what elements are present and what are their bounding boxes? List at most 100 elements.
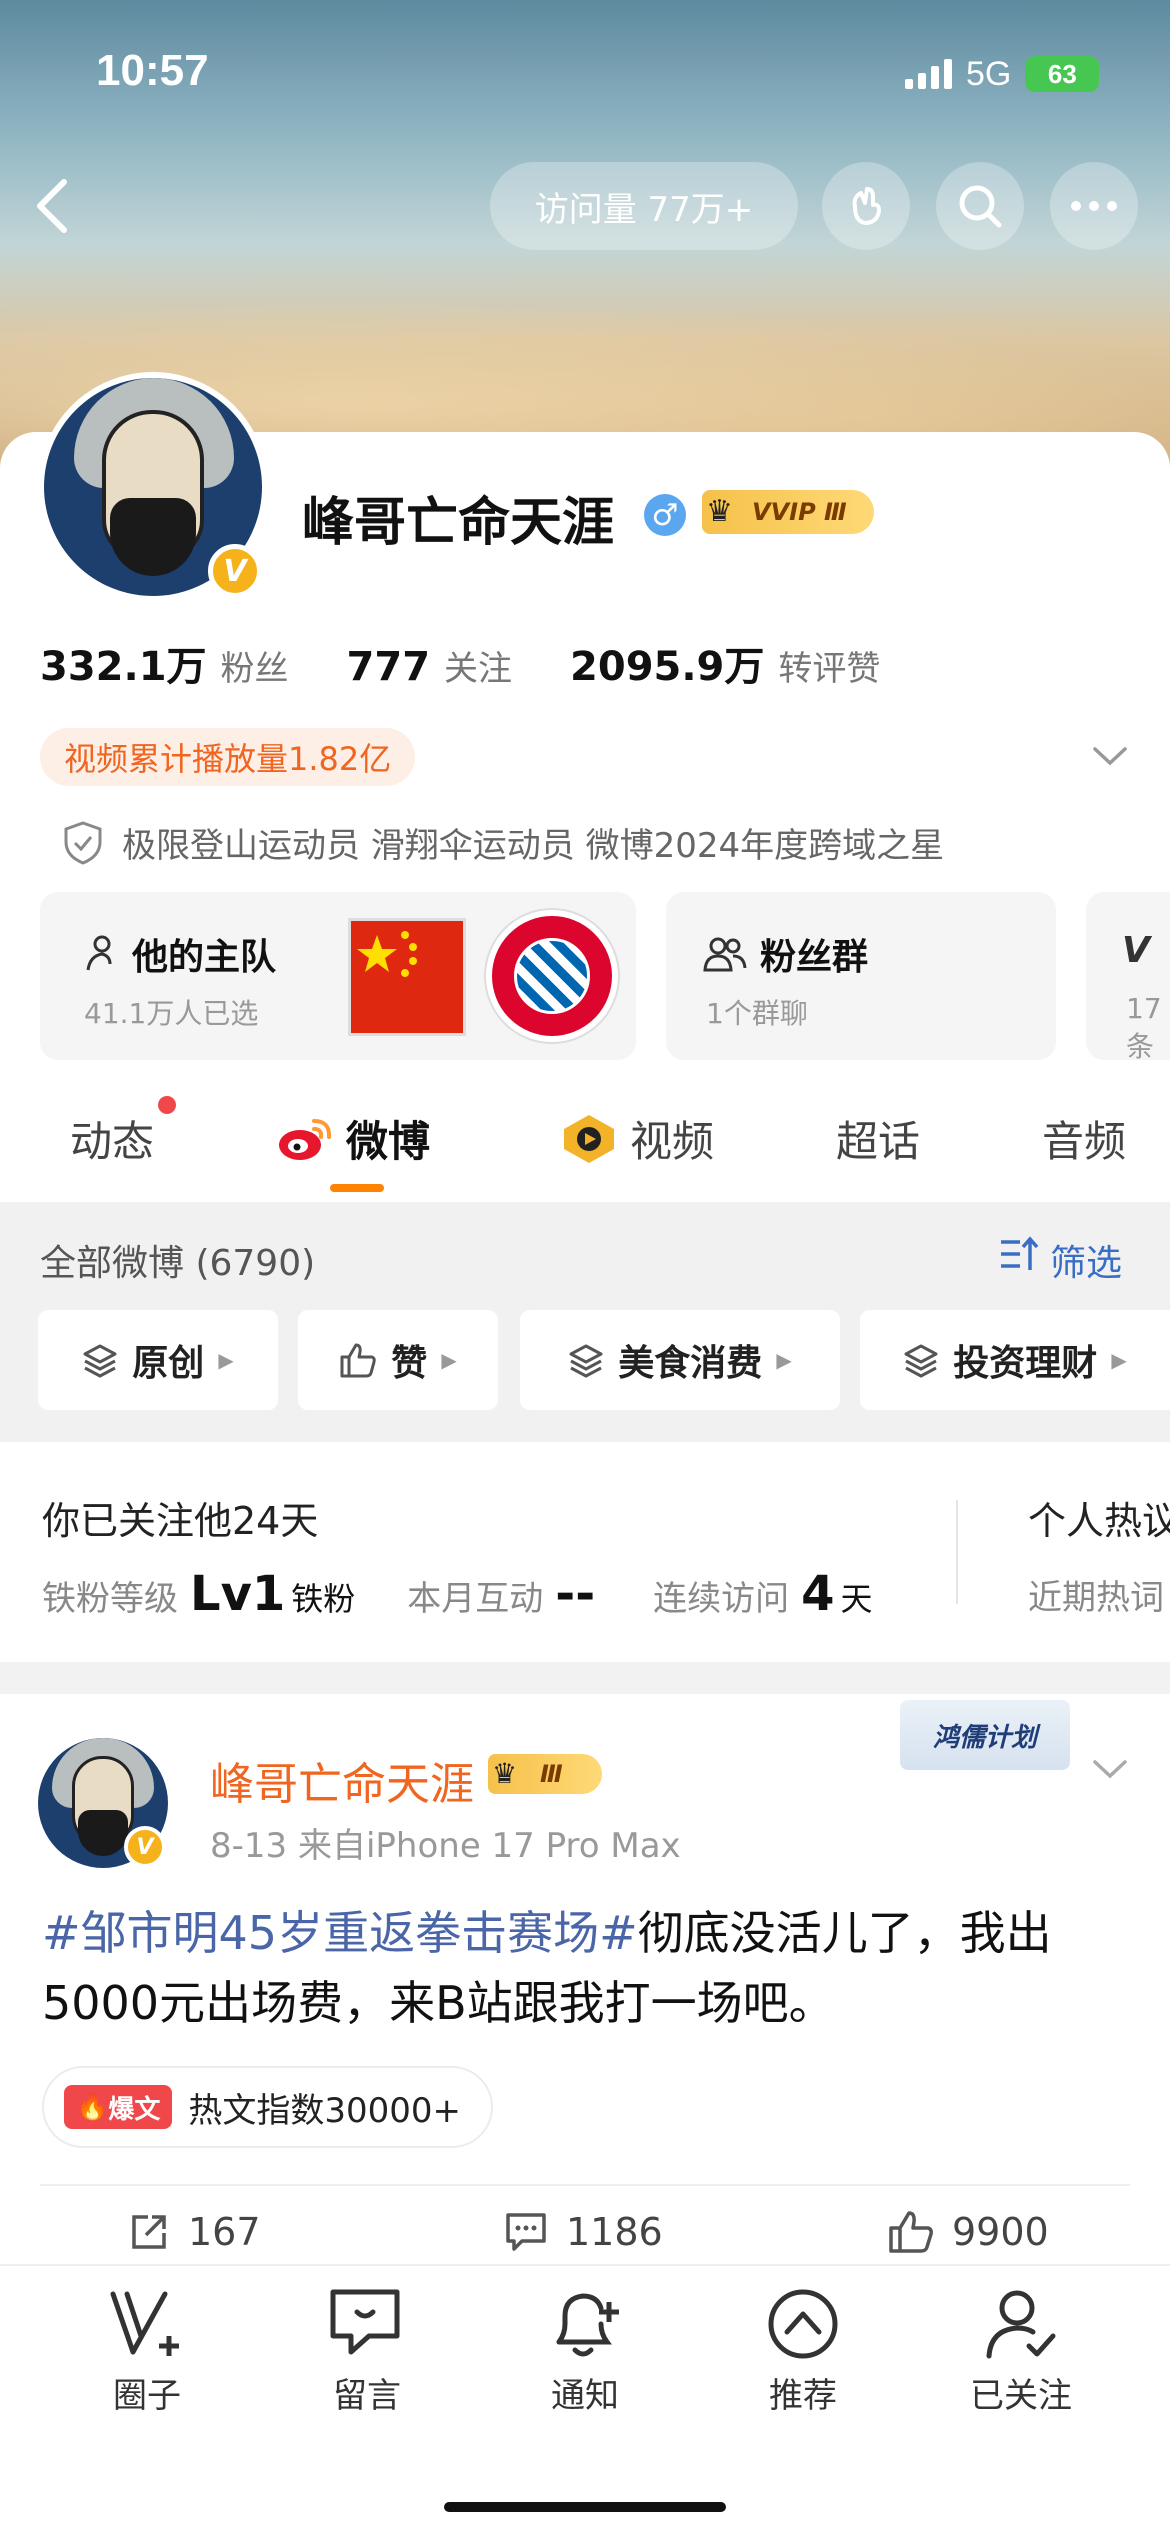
circle-v-icon <box>110 2291 179 2356</box>
caret-right-icon: ▶ <box>441 1348 457 1372</box>
team-card-title-row: 他的主队 <box>80 928 276 980</box>
following-label[interactable]: 关注 <box>444 641 512 690</box>
signal-icon <box>905 59 952 89</box>
bayern-logo-icon <box>486 910 618 1042</box>
crown-icon: ♛ <box>492 1757 518 1790</box>
chip-original[interactable]: 原创 ▶ <box>38 1310 278 1410</box>
visit-streak: 4 <box>801 1566 835 1622</box>
post-meta: 8-13 来自iPhone 17 Pro Max <box>210 1826 681 1866</box>
fans-label[interactable]: 粉丝 <box>221 641 289 690</box>
monthly-interaction: -- <box>555 1566 596 1622</box>
layers-icon <box>569 1344 603 1378</box>
verified-v-icon: V <box>124 1826 166 1868</box>
nav-message[interactable]: 留言 <box>282 2286 452 2417</box>
tab-weibo[interactable]: 微博 <box>276 1108 430 1169</box>
filter-button[interactable]: 筛选 <box>998 1234 1122 1286</box>
team-card-title: 他的主队 <box>132 937 277 978</box>
vip-badge[interactable]: ♛ VVIP Ⅲ <box>702 490 874 534</box>
verification-row: 极限登山运动员 滑翔伞运动员 微博2024年度跨域之星 <box>62 818 944 867</box>
engagement-count: 2095.9万 <box>570 644 765 690</box>
hot-badge: 🔥 爆文 <box>64 2085 173 2129</box>
message-icon <box>330 2289 400 2355</box>
team-icon <box>86 935 112 971</box>
status-time: 10:57 <box>96 46 209 95</box>
verification-text: 极限登山运动员 滑翔伞运动员 微博2024年度跨域之星 <box>122 826 945 866</box>
wave-hand-icon <box>852 187 881 225</box>
male-icon: ♂ <box>644 494 686 536</box>
chip-likes[interactable]: 赞 ▶ <box>298 1310 498 1410</box>
hot-words-label: 近期热词 <box>1028 1578 1164 1618</box>
post-menu-button[interactable] <box>1092 1758 1128 1784</box>
chevron-down-icon <box>1093 747 1127 766</box>
chip-food[interactable]: 美食消费 ▶ <box>520 1310 840 1410</box>
chip-finance[interactable]: 投资理财 ▶ <box>860 1310 1170 1410</box>
divider <box>956 1500 958 1604</box>
caret-right-icon: ▶ <box>218 1348 234 1372</box>
fan-level: Lv1 <box>190 1566 286 1622</box>
hot-index-text: 热文指数30000+ <box>188 2090 462 2131</box>
hot-index-pill[interactable]: 🔥 爆文 热文指数30000+ <box>42 2066 494 2148</box>
play-count-tag[interactable]: 视频累计播放量1.82亿 <box>40 728 416 786</box>
fan-group-sub: 1个群聊 <box>706 997 808 1030</box>
profile-stats: 332.1万 粉丝 777 关注 2095.9万 转评赞 <box>40 634 924 692</box>
all-weibo-count: 全部微博 (6790) <box>40 1243 316 1284</box>
followed-icon <box>986 2290 1056 2359</box>
back-button[interactable] <box>32 176 82 236</box>
search-icon <box>959 185 1002 228</box>
post-hashtag[interactable]: #邹市明45岁重返拳击赛场# <box>42 1906 638 1960</box>
nav-followed[interactable]: 已关注 <box>936 2286 1106 2417</box>
china-flag-icon <box>348 918 466 1036</box>
unread-dot <box>158 1096 176 1114</box>
layers-icon <box>83 1344 117 1378</box>
nav-recommend[interactable]: 推荐 <box>718 2286 888 2417</box>
back-arrow-icon <box>37 179 67 233</box>
fan-group-title: 粉丝群 <box>760 937 869 978</box>
follow-info-card[interactable] <box>0 1442 1170 1662</box>
repost-button[interactable]: 167 <box>128 2210 261 2254</box>
expand-profile-button[interactable] <box>1092 736 1132 776</box>
filter-icon <box>1001 1236 1039 1270</box>
follow-days: 你已关注他24天 <box>42 1499 319 1543</box>
circle-v-icon: V <box>1122 930 1150 971</box>
more-dots-icon <box>1071 201 1117 211</box>
network-label: 5G <box>966 54 1012 93</box>
nav-circle[interactable]: 圈子 <box>62 2286 232 2417</box>
tab-super-topic[interactable]: 超话 <box>836 1108 920 1169</box>
visits-button[interactable]: 访问量 77万+ <box>490 162 798 250</box>
fan-stats-row: 铁粉等级 Lv1 铁粉 本月互动 -- 连续访问 4 天 <box>42 1566 873 1622</box>
more-button[interactable] <box>1050 162 1138 250</box>
post-vip-badge: ♛ Ⅲ <box>488 1754 602 1794</box>
layers-icon <box>904 1344 938 1378</box>
nav-notification[interactable]: 通知 <box>500 2286 670 2417</box>
tab-video[interactable]: 视频 <box>560 1108 714 1169</box>
hot-topics-title[interactable]: 个人热议 <box>1028 1490 1170 1545</box>
tab-audio[interactable]: 音频 <box>1042 1108 1126 1169</box>
project-stamp: 鸿儒计划 <box>900 1700 1070 1770</box>
bell-icon <box>556 2293 619 2357</box>
fan-group-title-row: 粉丝群 <box>702 928 868 980</box>
post-author[interactable]: 峰哥亡命天涯 <box>210 1748 474 1812</box>
comment-button[interactable]: 1186 <box>504 2210 663 2254</box>
following-count[interactable]: 777 <box>347 644 431 690</box>
engagement-label: 转评赞 <box>778 649 881 689</box>
verified-v-icon: V <box>208 544 262 598</box>
profile-name: 峰哥亡命天涯 <box>302 493 615 553</box>
group-icon <box>703 937 747 972</box>
flame-icon: 🔥 <box>76 2092 109 2122</box>
shield-icon <box>64 820 102 865</box>
post-content: #邹市明45岁重返拳击赛场#彻底没活儿了，我出5000元出场费，来B站跟我打一场… <box>42 1898 1122 2038</box>
search-button[interactable] <box>936 162 1024 250</box>
greet-button[interactable] <box>822 162 910 250</box>
third-card-sub: 17条 <box>1126 992 1162 1063</box>
status-bar-right: 5G 63 <box>905 52 1145 96</box>
like-button[interactable]: 9900 <box>888 2210 1049 2254</box>
home-indicator <box>444 2502 726 2512</box>
post-divider <box>40 2184 1130 2186</box>
battery-icon: 63 <box>1025 56 1100 92</box>
chevron-down-icon <box>1093 1760 1127 1779</box>
tab-dynamics[interactable]: 动态 <box>70 1108 154 1169</box>
fans-count[interactable]: 332.1万 <box>40 634 207 692</box>
thumb-up-icon <box>340 1343 377 1378</box>
video-badge-icon <box>564 1114 614 1163</box>
comment-icon <box>506 2213 546 2251</box>
